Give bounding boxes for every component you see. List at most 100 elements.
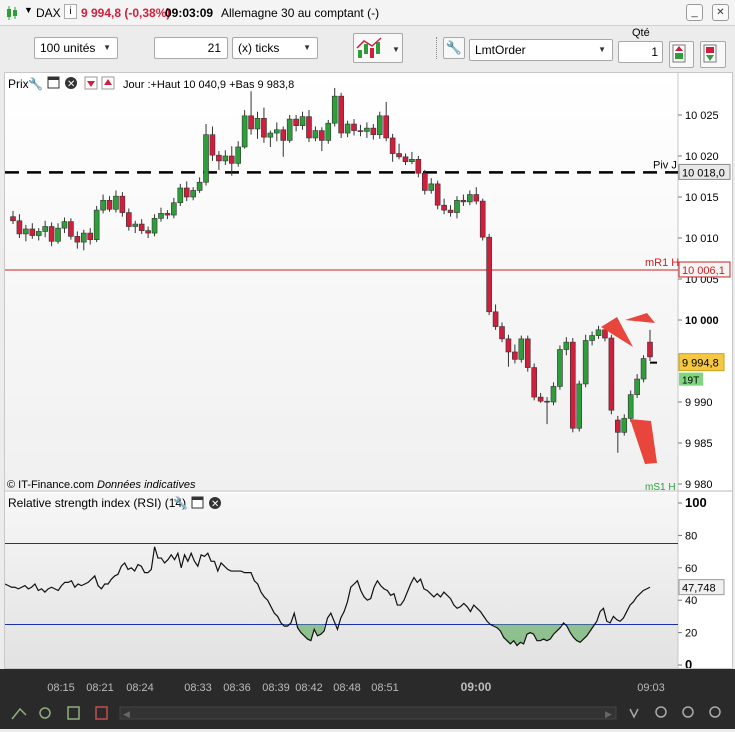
candle-up	[61, 221, 68, 229]
chevron-down-icon: ▼	[303, 43, 311, 52]
rsi-tick-label: 0	[685, 657, 692, 668]
order-type-select[interactable]: LmtOrder ▼	[469, 39, 613, 61]
trading-chart-icon: ▼	[356, 37, 400, 58]
candle-down	[209, 134, 216, 156]
candle-up	[171, 202, 177, 216]
rsi-tick-label: 80	[685, 530, 697, 542]
candle-down	[29, 228, 36, 236]
candle-down	[145, 230, 151, 234]
candle-down	[10, 216, 16, 222]
quantity-unit-select[interactable]: 100 unités ▼	[34, 37, 118, 59]
last-update-time: 09:03:09	[165, 6, 214, 20]
last-price-value: 9 994,8	[682, 358, 719, 370]
quantity-input[interactable]: 1	[618, 41, 663, 63]
candle-up	[235, 146, 242, 164]
wrench-icon[interactable]: 🔧	[173, 495, 188, 510]
candle-up	[100, 199, 106, 211]
candle-up	[177, 187, 184, 204]
minimize-button[interactable]: _	[686, 4, 703, 21]
mr1-value: 10 006,1	[682, 265, 725, 277]
rsi-tick-label: 40	[685, 595, 697, 607]
candle-down	[499, 326, 505, 340]
window-titlebar: ▼ DAX i 9 994,8 (-0,38%) 09:03:09 Allema…	[0, 0, 735, 26]
chevron-down-icon[interactable]: ▼	[24, 5, 33, 15]
candlestick-icon	[7, 6, 17, 20]
time-tick-label: 08:39	[262, 682, 290, 694]
time-tick-label: 09:00	[461, 680, 492, 694]
scroll-left-icon[interactable]: ◀	[123, 709, 130, 719]
candle-down	[602, 329, 608, 339]
price-chart[interactable]: Prix 🔧 ✕ Jour :+Haut 10 040,9 +Bas 9 983…	[5, 73, 732, 668]
candle-down	[48, 226, 55, 242]
scroll-right-icon[interactable]: ▶	[605, 709, 612, 719]
price-panel-title: Prix	[8, 77, 29, 91]
instrument-info-icon[interactable]: i	[64, 4, 77, 19]
pivot-value: 10 018,0	[682, 167, 725, 179]
buy-order-icon	[672, 44, 686, 63]
candle-down	[119, 195, 126, 213]
buy-button[interactable]	[669, 41, 694, 68]
sell-button[interactable]	[700, 41, 726, 68]
candle-down	[68, 221, 74, 237]
candle-up	[23, 228, 29, 235]
toolbar-separator	[436, 37, 438, 59]
ticks-unit-value: (x) ticks	[238, 41, 280, 55]
candle-up	[621, 418, 628, 433]
time-tick-label: 08:48	[333, 682, 361, 694]
candle-up	[376, 115, 383, 135]
candle-up	[557, 349, 563, 387]
time-tick-label: 09:03	[637, 682, 665, 694]
order-type-value: LmtOrder	[475, 43, 526, 57]
close-glyph: ✕	[67, 79, 75, 90]
candle-up	[634, 378, 640, 395]
candle-up	[344, 123, 351, 134]
candle-down	[357, 130, 364, 132]
instrument-name[interactable]: DAX	[36, 6, 61, 20]
chart-window[interactable]: Prix 🔧 ✕ Jour :+Haut 10 040,9 +Bas 9 983…	[4, 72, 733, 669]
wrench-icon[interactable]: 🔧	[443, 37, 465, 59]
close-button[interactable]: ✕	[712, 4, 729, 21]
quantity-value: 1	[651, 45, 658, 59]
time-axis: 08:15 08:21 08:24 08:33 08:36 08:39 08:42 08:48…	[0, 680, 735, 729]
candle-down	[544, 400, 550, 403]
price-tick-label: 9 980	[685, 479, 713, 491]
candle-up	[241, 115, 248, 148]
mr1-label: mR1 H	[645, 257, 679, 269]
candle-up	[42, 226, 48, 232]
candle-down	[492, 311, 499, 327]
ticks-value: 21	[207, 41, 221, 55]
candle-down	[164, 213, 171, 216]
sell-order-icon	[703, 44, 717, 63]
ticks-input[interactable]: 21	[154, 37, 228, 59]
candle-up	[132, 223, 139, 227]
rsi-tick-label: 100	[685, 495, 707, 510]
candle-down	[293, 118, 299, 126]
candle-up	[331, 95, 338, 124]
candle-up	[582, 340, 589, 385]
candle-up	[364, 127, 370, 132]
candle-down	[415, 158, 422, 174]
close-glyph: ✕	[211, 499, 219, 510]
trade-mode-button[interactable]: ▼	[353, 33, 403, 63]
order-toolbar: 100 unités ▼ 21 (x) ticks ▼ ▼ 🔧 LmtOrder ▼ …	[0, 27, 735, 71]
candle-up	[190, 190, 196, 198]
candle-down	[183, 187, 190, 198]
time-axis-bar: 08:15 08:21 08:24 08:33 08:36 08:39 08:42 08:48…	[0, 669, 735, 729]
ms1-label: mS1 H	[645, 482, 676, 493]
candle-down	[505, 338, 512, 353]
rsi-tick-label: 20	[685, 628, 697, 640]
candle-down	[421, 172, 428, 191]
candle-down	[486, 236, 492, 313]
candle-down	[396, 153, 402, 158]
candle-up	[254, 117, 261, 130]
candle-down	[434, 183, 441, 206]
candle-up	[428, 183, 435, 191]
ticks-unit-select[interactable]: (x) ticks ▼	[232, 37, 318, 59]
wrench-icon[interactable]: 🔧	[28, 76, 43, 91]
horizontal-scrollbar[interactable]	[119, 706, 617, 720]
candle-down	[473, 194, 480, 202]
candle-down	[248, 115, 254, 130]
candle-up	[325, 122, 332, 141]
svg-text:▼: ▼	[392, 45, 400, 54]
candle-down	[615, 419, 621, 433]
